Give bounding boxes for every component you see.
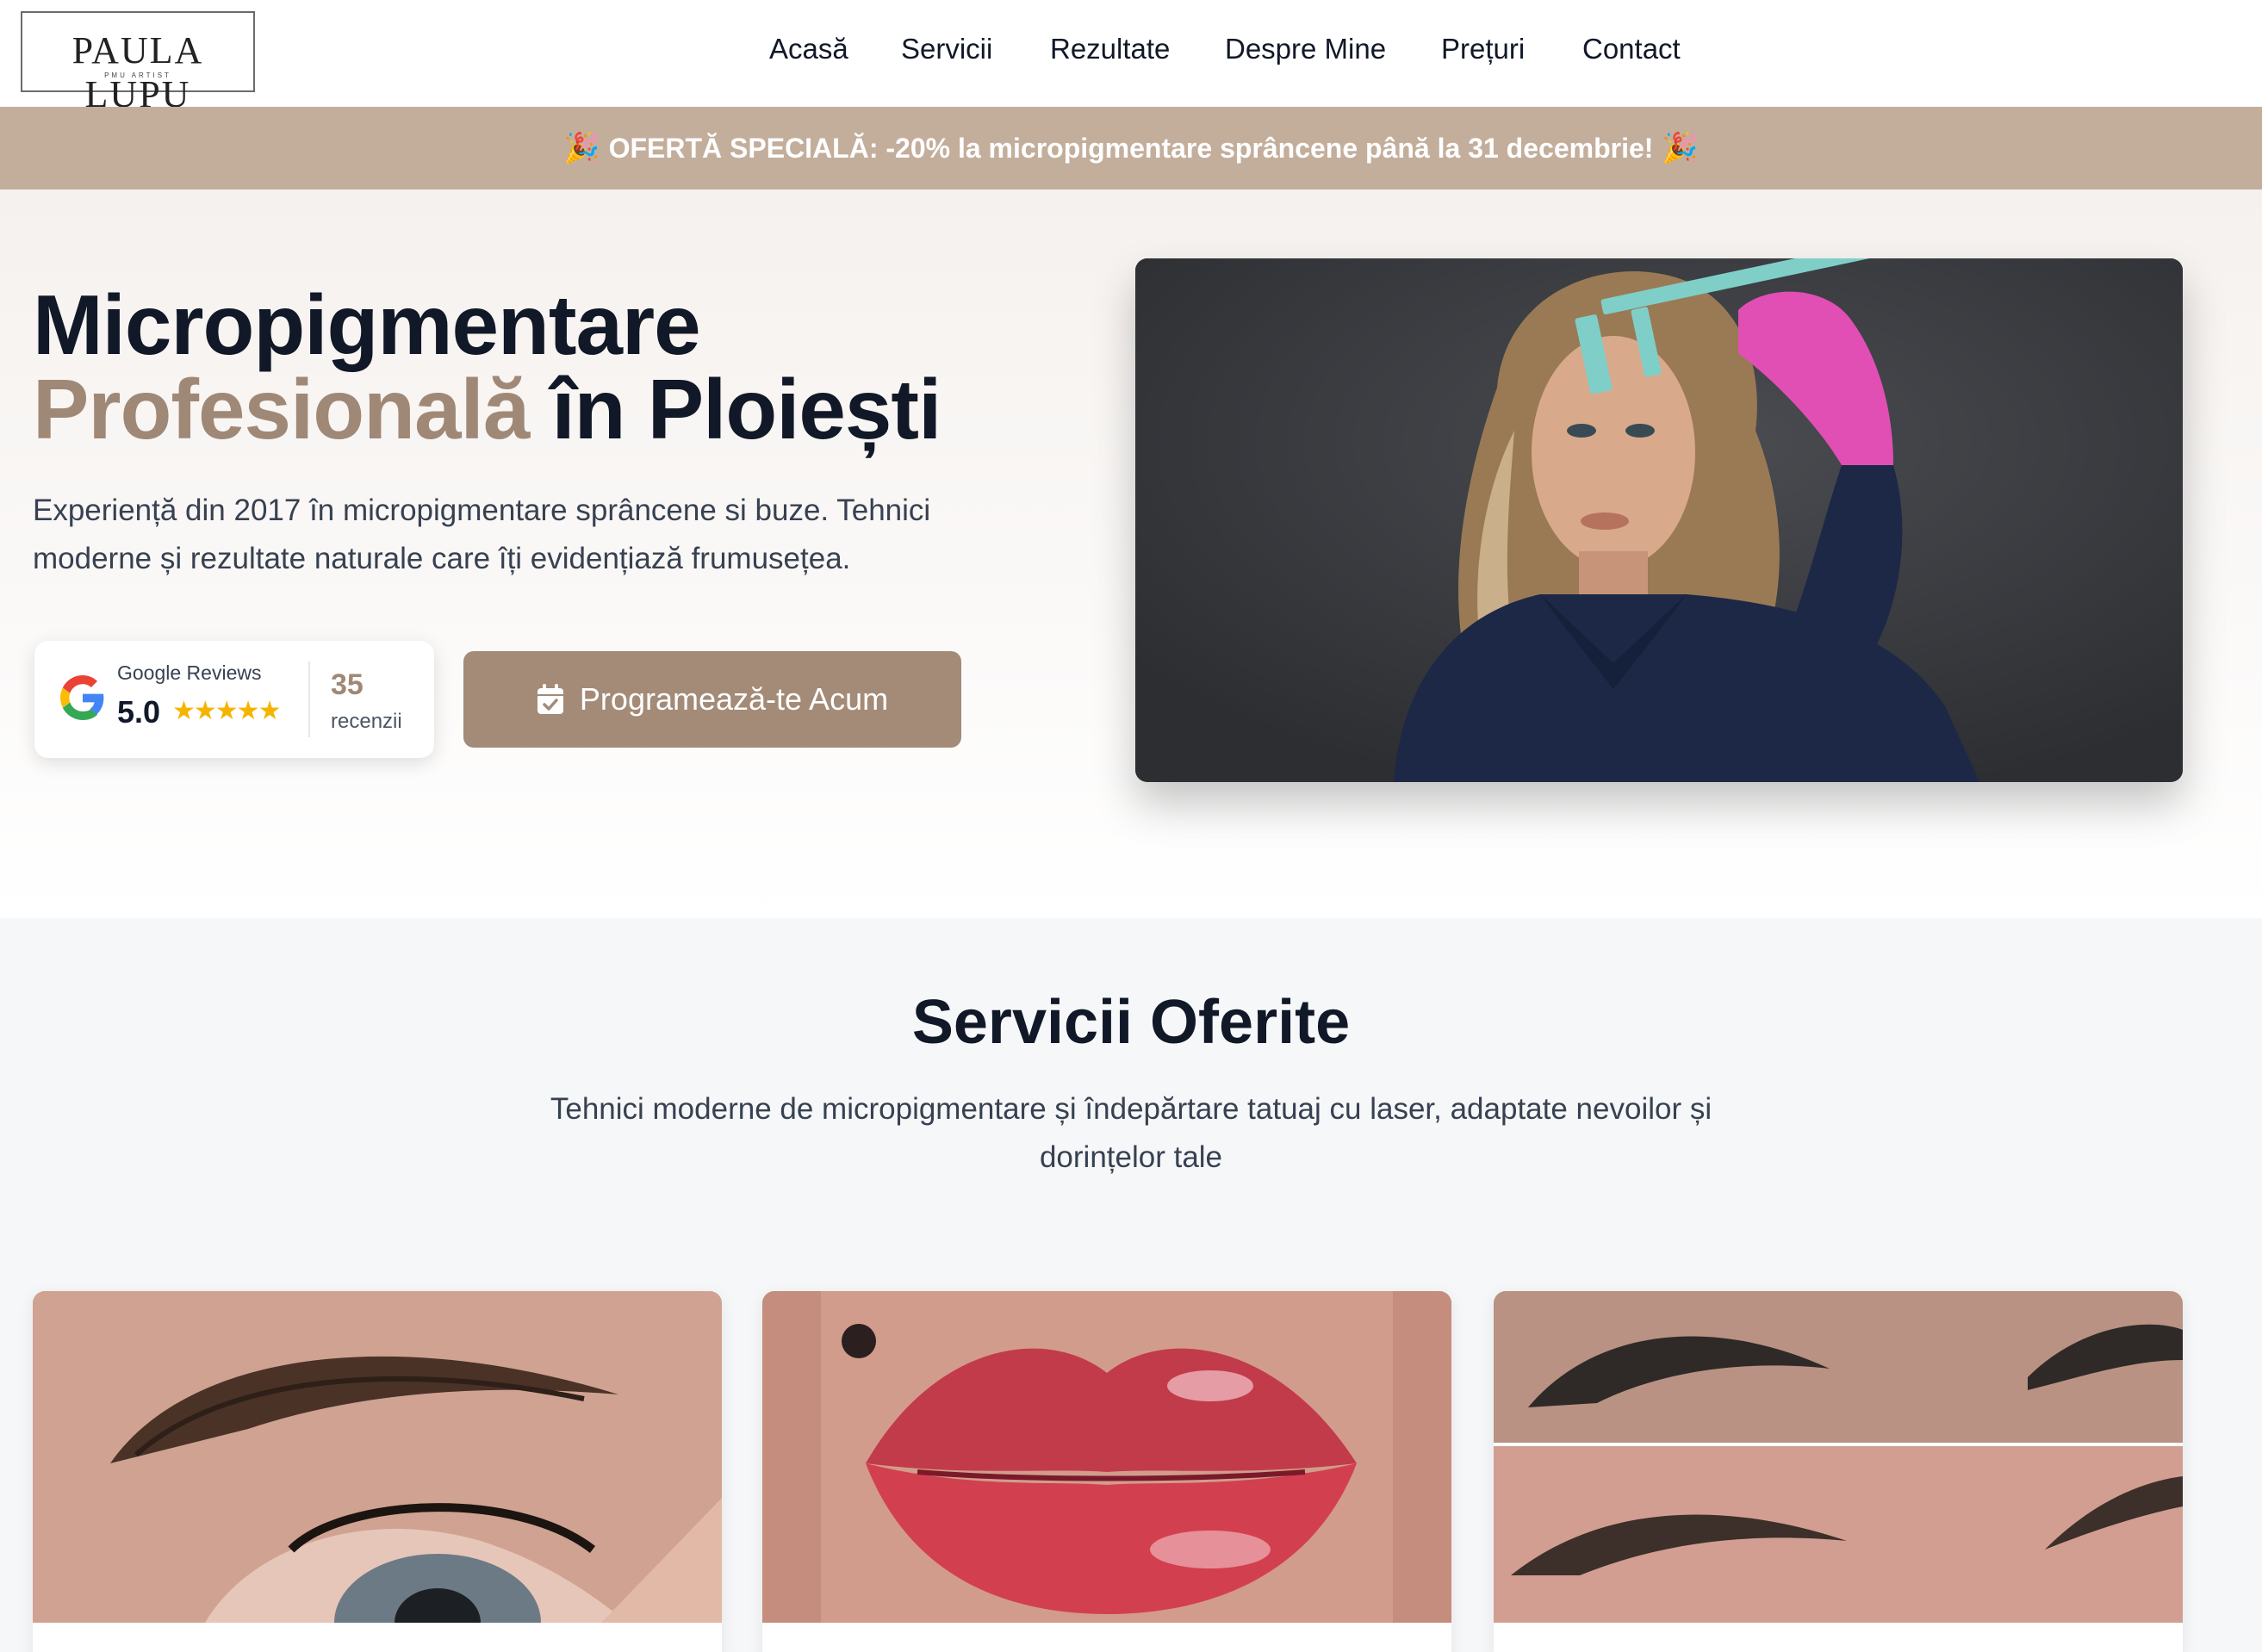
hero-title-location: în Ploiești: [529, 362, 941, 456]
star-rating-icon: ★★★★★: [172, 697, 281, 725]
nav-item-preturi[interactable]: Prețuri: [1441, 33, 1525, 65]
promo-content: 🎉 OFERTĂ SPECIALĂ: -20% la micropigmentar…: [555, 131, 1707, 165]
calendar-check-icon: [537, 684, 563, 714]
eyebrow-eye-image: [33, 1291, 722, 1623]
nav-item-despre-mine[interactable]: Despre Mine: [1225, 33, 1386, 65]
eyebrows-before-after-image: [1494, 1291, 2183, 1623]
site-header: PAULA LUPU PMU ARTIST Acasă Servicii Rez…: [0, 0, 2262, 115]
promo-text: OFERTĂ SPECIALĂ: -20% la micropigmentare…: [608, 133, 1654, 164]
reviews-count-label: recenzii: [331, 710, 402, 733]
book-appointment-label: Programează-te Acum: [579, 681, 889, 717]
service-card-laser-removal[interactable]: [1494, 1291, 2183, 1652]
reviews-divider: [308, 661, 310, 737]
reviews-source-label: Google Reviews: [117, 661, 262, 684]
hero-photo: [1135, 258, 2183, 782]
party-popper-icon: 🎉: [563, 132, 600, 165]
google-icon: [60, 675, 104, 720]
reviews-count: 35: [331, 668, 364, 701]
reviews-score: 5.0: [117, 694, 161, 730]
hero-title: Micropigmentare Profesională în Ploiești: [33, 283, 941, 451]
hero-description: Experiență din 2017 în micropigmentare s…: [33, 494, 931, 575]
nav-item-contact[interactable]: Contact: [1582, 33, 1681, 65]
services-subtitle: Tehnici moderne de micropigmentare și în…: [550, 1092, 1712, 1174]
lips-image: [762, 1291, 1451, 1623]
hero-title-line2: Profesională în Ploiești: [33, 367, 941, 451]
service-card-lips[interactable]: [762, 1291, 1451, 1652]
services-title: Servicii Oferite: [911, 988, 1351, 1057]
services-section: Servicii Oferite Tehnici moderne de micr…: [0, 918, 2262, 1652]
book-appointment-button[interactable]: Programează-te Acum: [463, 651, 961, 748]
hero-section: Micropigmentare Profesională în Ploiești…: [0, 189, 2262, 918]
nav-item-acasa[interactable]: Acasă: [769, 33, 848, 65]
google-reviews-badge[interactable]: Google Reviews 5.0 ★★★★★ 35 recenzii: [34, 641, 434, 758]
promo-banner: 🎉 OFERTĂ SPECIALĂ: -20% la micropigmentar…: [0, 107, 2262, 189]
main-nav: Acasă Servicii Rezultate Despre Mine Pre…: [0, 0, 2262, 107]
party-popper-icon: 🎉: [1662, 132, 1699, 165]
service-card-eyebrows[interactable]: [33, 1291, 722, 1652]
artist-portrait-image: [1135, 258, 2183, 782]
nav-item-servicii[interactable]: Servicii: [901, 33, 992, 65]
hero-title-accent: Profesională: [33, 362, 530, 456]
hero-title-line1: Micropigmentare: [33, 277, 701, 372]
nav-item-rezultate[interactable]: Rezultate: [1050, 33, 1170, 65]
